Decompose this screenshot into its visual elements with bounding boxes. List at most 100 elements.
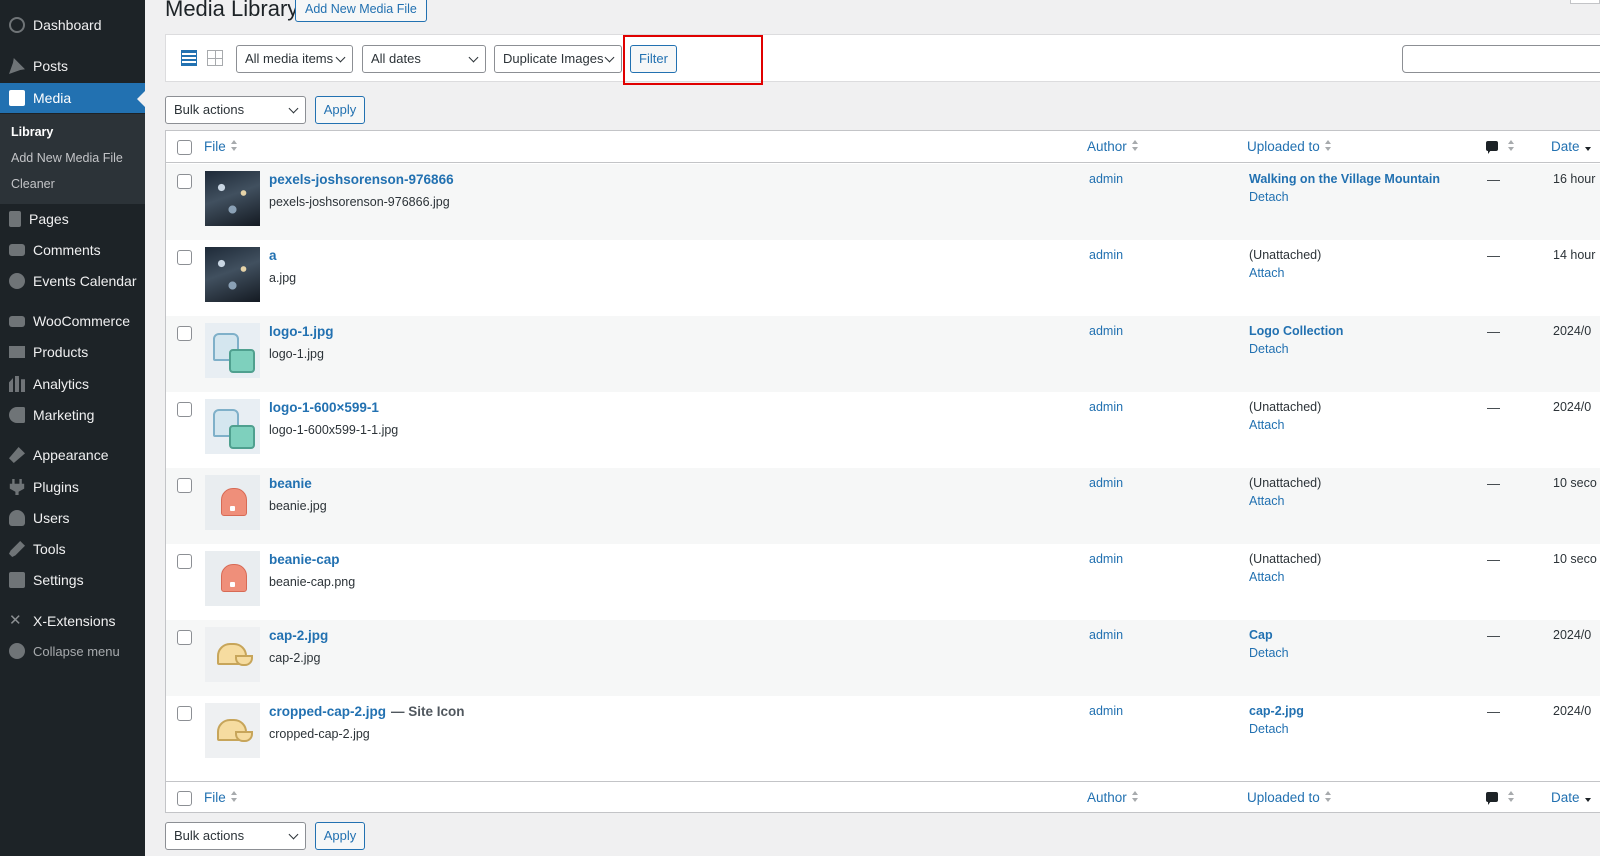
comments-count: — [1487, 172, 1500, 187]
media-title-link[interactable]: beanie [269, 476, 312, 491]
grid-view-icon[interactable] [207, 50, 223, 66]
row-checkbox[interactable] [177, 250, 192, 265]
author-link[interactable]: admin [1089, 476, 1123, 490]
column-uploaded-to[interactable]: Uploaded to [1247, 139, 1332, 154]
attach-link[interactable]: Attach [1249, 494, 1284, 508]
menu-media[interactable]: Media [0, 83, 145, 113]
author-link[interactable]: admin [1089, 628, 1123, 642]
menu-users[interactable]: Users [0, 503, 145, 533]
thumbnail[interactable] [205, 323, 260, 378]
column-comments[interactable] [1486, 790, 1515, 805]
thumbnail[interactable] [205, 703, 260, 758]
comments-count: — [1487, 400, 1500, 415]
menu-products[interactable]: Products [0, 337, 145, 367]
filter-button[interactable]: Filter [630, 45, 677, 73]
collapse-menu-button[interactable]: Collapse menu [0, 636, 145, 666]
submenu-add-new[interactable]: Add New Media File [11, 151, 123, 165]
uploaded-to-link[interactable]: cap-2.jpg [1249, 704, 1304, 718]
column-file[interactable]: File [204, 790, 238, 805]
duplicate-images-value: Duplicate Images [503, 51, 604, 66]
bulk-actions-top-select[interactable]: Bulk actions [165, 96, 306, 124]
row-checkbox[interactable] [177, 478, 192, 493]
row-checkbox[interactable] [177, 174, 192, 189]
media-title-link[interactable]: a [269, 248, 277, 263]
row-checkbox[interactable] [177, 326, 192, 341]
column-comments[interactable] [1486, 139, 1515, 154]
uploaded-to-link[interactable]: Walking on the Village Mountain [1249, 172, 1440, 186]
menu-x-extensions[interactable]: ✕ X-Extensions [0, 606, 145, 636]
filename: beanie.jpg [269, 499, 327, 513]
uploaded-to-link[interactable]: Cap [1249, 628, 1273, 642]
column-file[interactable]: File [204, 139, 238, 154]
column-uploaded-label: Uploaded to [1247, 139, 1320, 154]
menu-woocommerce[interactable]: WooCommerce [0, 306, 145, 336]
menu-plugins-label: Plugins [33, 479, 79, 495]
attach-link[interactable]: Attach [1249, 418, 1284, 432]
menu-pages[interactable]: Pages [0, 204, 145, 234]
uploaded-to-link[interactable]: Logo Collection [1249, 324, 1343, 338]
media-title-link[interactable]: logo-1-600×599-1 [269, 400, 379, 415]
list-view-icon[interactable] [181, 50, 197, 66]
sort-icon [1324, 791, 1332, 803]
apply-top-button[interactable]: Apply [315, 96, 365, 124]
column-author[interactable]: Author [1087, 139, 1139, 154]
menu-pages-label: Pages [29, 211, 69, 227]
attach-link[interactable]: Attach [1249, 570, 1284, 584]
author-link[interactable]: admin [1089, 400, 1123, 414]
menu-appearance[interactable]: Appearance [0, 440, 145, 470]
menu-plugins[interactable]: Plugins [0, 472, 145, 502]
thumbnail[interactable] [205, 171, 260, 226]
row-checkbox[interactable] [177, 554, 192, 569]
column-date[interactable]: Date [1551, 139, 1592, 154]
thumbnail[interactable] [205, 247, 260, 302]
bulk-actions-bottom-select[interactable]: Bulk actions [165, 822, 306, 850]
menu-events-label: Events Calendar [33, 273, 137, 289]
detach-link[interactable]: Detach [1249, 190, 1289, 204]
date-select[interactable]: All dates [362, 45, 486, 73]
menu-analytics[interactable]: Analytics [0, 369, 145, 399]
author-link[interactable]: admin [1089, 248, 1123, 262]
media-title-link[interactable]: beanie-cap [269, 552, 340, 567]
menu-marketing[interactable]: Marketing [0, 400, 145, 430]
row-checkbox[interactable] [177, 630, 192, 645]
select-all-checkbox[interactable] [177, 791, 192, 806]
author-link[interactable]: admin [1089, 704, 1123, 718]
detach-link[interactable]: Detach [1249, 342, 1289, 356]
menu-tools[interactable]: Tools [0, 534, 145, 564]
detach-link[interactable]: Detach [1249, 646, 1289, 660]
select-all-checkbox[interactable] [177, 140, 192, 155]
row-checkbox[interactable] [177, 402, 192, 417]
thumbnail[interactable] [205, 475, 260, 530]
thumbnail[interactable] [205, 551, 260, 606]
media-title-link[interactable]: logo-1.jpg [269, 324, 334, 339]
media-type-select[interactable]: All media items [236, 45, 353, 73]
menu-dashboard[interactable]: Dashboard [0, 10, 145, 40]
search-input[interactable] [1402, 45, 1600, 73]
media-title-link[interactable]: cap-2.jpg [269, 628, 328, 643]
add-new-media-button[interactable]: Add New Media File [295, 0, 427, 22]
author-link[interactable]: admin [1089, 172, 1123, 186]
screen-options-tab[interactable] [1570, 0, 1600, 4]
column-uploaded-to[interactable]: Uploaded to [1247, 790, 1332, 805]
submenu-cleaner[interactable]: Cleaner [11, 177, 55, 191]
author-link[interactable]: admin [1089, 324, 1123, 338]
column-date[interactable]: Date [1551, 790, 1592, 805]
menu-comments[interactable]: Comments [0, 235, 145, 265]
menu-events-calendar[interactable]: Events Calendar [0, 266, 145, 296]
attach-link[interactable]: Attach [1249, 266, 1284, 280]
menu-settings[interactable]: Settings [0, 565, 145, 595]
media-title-link[interactable]: cropped-cap-2.jpg [269, 704, 386, 719]
menu-posts-label: Posts [33, 58, 69, 74]
media-title-link[interactable]: pexels-joshsorenson-976866 [269, 172, 454, 187]
column-author[interactable]: Author [1087, 790, 1139, 805]
row-checkbox[interactable] [177, 706, 192, 721]
menu-posts[interactable]: Posts [0, 51, 145, 81]
thumbnail[interactable] [205, 399, 260, 454]
submenu-library[interactable]: Library [11, 125, 53, 139]
detach-link[interactable]: Detach [1249, 722, 1289, 736]
media-table: File Author Uploaded to Date pexels-josh… [165, 130, 1600, 813]
thumbnail[interactable] [205, 627, 260, 682]
author-link[interactable]: admin [1089, 552, 1123, 566]
duplicate-images-select[interactable]: Duplicate Images [494, 45, 622, 73]
apply-bottom-button[interactable]: Apply [315, 822, 365, 850]
